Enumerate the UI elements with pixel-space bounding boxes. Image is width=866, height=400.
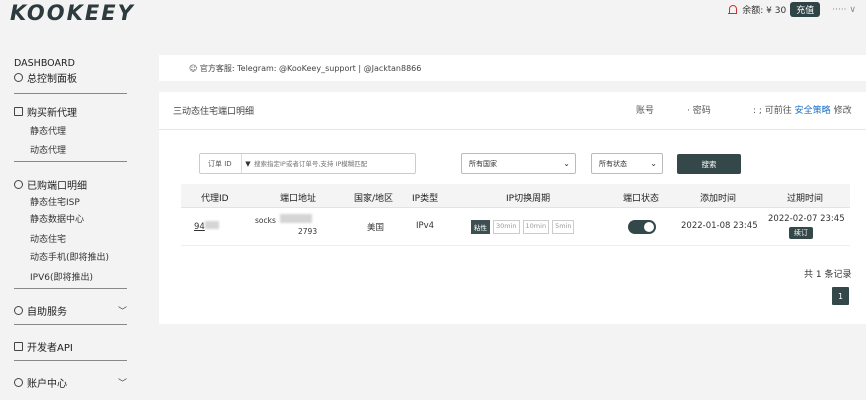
balance-label: 余额: ¥ 30 (742, 6, 787, 16)
support-icon: ☺ (189, 64, 198, 73)
recharge-button[interactable]: 充值 (790, 2, 821, 17)
expire-time-cell: 2022-02-07 23:45 (768, 214, 845, 224)
sidebar-item-static-isp[interactable]: 静态住宅ISP (14, 195, 127, 208)
divider (14, 324, 127, 325)
sidebar-item-dynamic-residential[interactable]: 动态住宅 (14, 232, 127, 245)
page-title: 三动态住宅端口明细 (173, 107, 255, 117)
divider (14, 161, 127, 162)
caret-down-icon[interactable]: ▼ (242, 160, 254, 168)
clock-icon (14, 73, 23, 82)
top-bar: KOOKEEY 余额: ¥ 30 充值 ····· ∨ (0, 0, 866, 30)
table-row: 94 socks 2793 美国 IPv4 粘性 30min 10min 5mi… (181, 208, 850, 246)
security-hint-prefix: : ; 可前往 (753, 106, 792, 116)
col-proxy-id: 代理ID (201, 194, 229, 204)
page-header: 三动态住宅端口明细 账号 · 密码 : ; 可前往 安全策略 修改 (159, 92, 866, 130)
status-select[interactable]: 所有状态 ⌄ (591, 153, 663, 174)
buy-label: 购买新代理 (27, 108, 77, 119)
user-menu[interactable]: ····· ∨ (832, 5, 856, 15)
col-port-status: 端口状态 (623, 194, 660, 204)
developer-api-label: 开发者API (27, 343, 73, 354)
chevron-down-icon: ﹀ (117, 307, 127, 317)
sidebar-item-static-dc[interactable]: 静态数据中心 (14, 212, 127, 225)
renew-button[interactable]: 续订 (789, 227, 813, 239)
ip-period-selector: 粘性 30min 10min 5min (471, 220, 575, 234)
chevron-down-icon: ⌄ (650, 159, 657, 168)
col-expire-time: 过期时间 (787, 194, 824, 204)
port-address: socks (255, 214, 312, 225)
sidebar-item-account[interactable]: 账户中心 ﹀ (14, 375, 127, 390)
divider (14, 93, 127, 94)
support-text: 官方客服: Telegram: @KooKeey_support | @Jack… (199, 64, 422, 73)
sidebar-item-ipv6[interactable]: IPV6(即将推出) (14, 270, 127, 283)
account-label: 账户中心 (27, 379, 67, 390)
sidebar-item-self-service[interactable]: 自助服务 ﹀ (14, 303, 127, 318)
sidebar-item-buy[interactable]: 购买新代理 (14, 104, 127, 119)
record-count: 共 1 条记录 (804, 270, 852, 280)
divider (14, 288, 127, 289)
search-input[interactable] (254, 159, 415, 168)
page-button-1[interactable]: 1 (832, 287, 849, 305)
security-policy-link[interactable]: 安全策略 (795, 106, 831, 116)
sidebar-item-dashboard[interactable]: DASHBOARD 总控制面板 (14, 58, 127, 85)
main-card: 三动态住宅端口明细 账号 · 密码 : ; 可前往 安全策略 修改 订单 ID … (159, 92, 866, 324)
list-icon (14, 180, 23, 189)
col-added-time: 添加时间 (700, 194, 737, 204)
ports-table: 代理ID 端口地址 国家/地区 IP类型 IP切换周期 端口状态 添加时间 过期… (181, 184, 850, 246)
chevron-down-icon: ﹀ (117, 379, 127, 389)
self-service-label: 自助服务 (27, 307, 67, 318)
sidebar-item-purchased[interactable]: 已购端口明细 (14, 177, 127, 192)
search-type-select[interactable]: 订单 ID (200, 154, 242, 173)
edit-icon (14, 342, 23, 351)
col-ip-period: IP切换周期 (506, 194, 551, 204)
sidebar-item-dynamic-mobile[interactable]: 动态手机(即将推出) (14, 250, 127, 263)
col-ip-type: IP类型 (412, 194, 439, 204)
sidebar-item-developer-api[interactable]: 开发者API (14, 339, 127, 354)
period-30min[interactable]: 30min (493, 220, 520, 234)
purchased-label: 已购端口明细 (27, 181, 87, 192)
dashboard-label: 总控制面板 (27, 74, 77, 85)
user-icon (14, 306, 23, 315)
addr-prefix: socks (255, 216, 276, 225)
country-select-value: 所有国家 (469, 159, 497, 168)
added-time-cell: 2022-01-08 23:45 (681, 221, 758, 231)
security-hint: : ; 可前往 安全策略 修改 (753, 103, 852, 116)
search-button[interactable]: 搜索 (677, 154, 741, 174)
layers-icon (14, 378, 23, 387)
col-port-address: 端口地址 (280, 194, 317, 204)
proxy-id: 94 (194, 222, 205, 232)
table-header: 代理ID 端口地址 国家/地区 IP类型 IP切换周期 端口状态 添加时间 过期… (181, 184, 850, 208)
support-contact: ☺ 官方客服: Telegram: @KooKeey_support | @Ja… (189, 63, 421, 74)
country-cell: 美国 (367, 223, 385, 233)
dashboard-en-label: DASHBOARD (14, 58, 75, 69)
app-logo[interactable]: KOOKEEY (10, 1, 135, 25)
sidebar-item-dynamic-proxy[interactable]: 动态代理 (14, 143, 127, 156)
security-hint-suffix: 修改 (833, 106, 852, 116)
col-country: 国家/地区 (354, 194, 394, 204)
port-number: 2793 (298, 227, 318, 236)
country-select[interactable]: 所有国家 ⌄ (461, 153, 576, 174)
search-box: 订单 ID ▼ (199, 153, 416, 174)
shop-icon (14, 107, 23, 116)
period-10min[interactable]: 10min (522, 220, 550, 234)
proxy-id-link[interactable]: 94 (194, 221, 219, 232)
period-5min[interactable]: 5min (552, 220, 575, 234)
redacted-mask (279, 214, 312, 223)
account-label: 账号 (636, 106, 655, 116)
period-sticky[interactable]: 粘性 (471, 220, 490, 234)
ip-type-cell: IPv4 (416, 221, 435, 231)
chevron-down-icon: ⌄ (563, 159, 570, 168)
sidebar: DASHBOARD 总控制面板 购买新代理 静态代理 动态代理 已购端口明细 静… (0, 50, 140, 400)
status-select-value: 所有状态 (599, 159, 627, 168)
password-label: · 密码 (687, 106, 711, 116)
service-card: ☺ 官方客服: Telegram: @KooKeey_support | @Ja… (159, 55, 866, 81)
port-status-toggle[interactable] (628, 220, 656, 234)
sidebar-item-static-proxy[interactable]: 静态代理 (14, 124, 127, 137)
divider (14, 360, 127, 361)
redacted-mask (204, 221, 219, 229)
account-summary: 余额: ¥ 30 充值 ····· ∨ (728, 2, 856, 17)
notification-bell-icon[interactable] (728, 4, 738, 16)
